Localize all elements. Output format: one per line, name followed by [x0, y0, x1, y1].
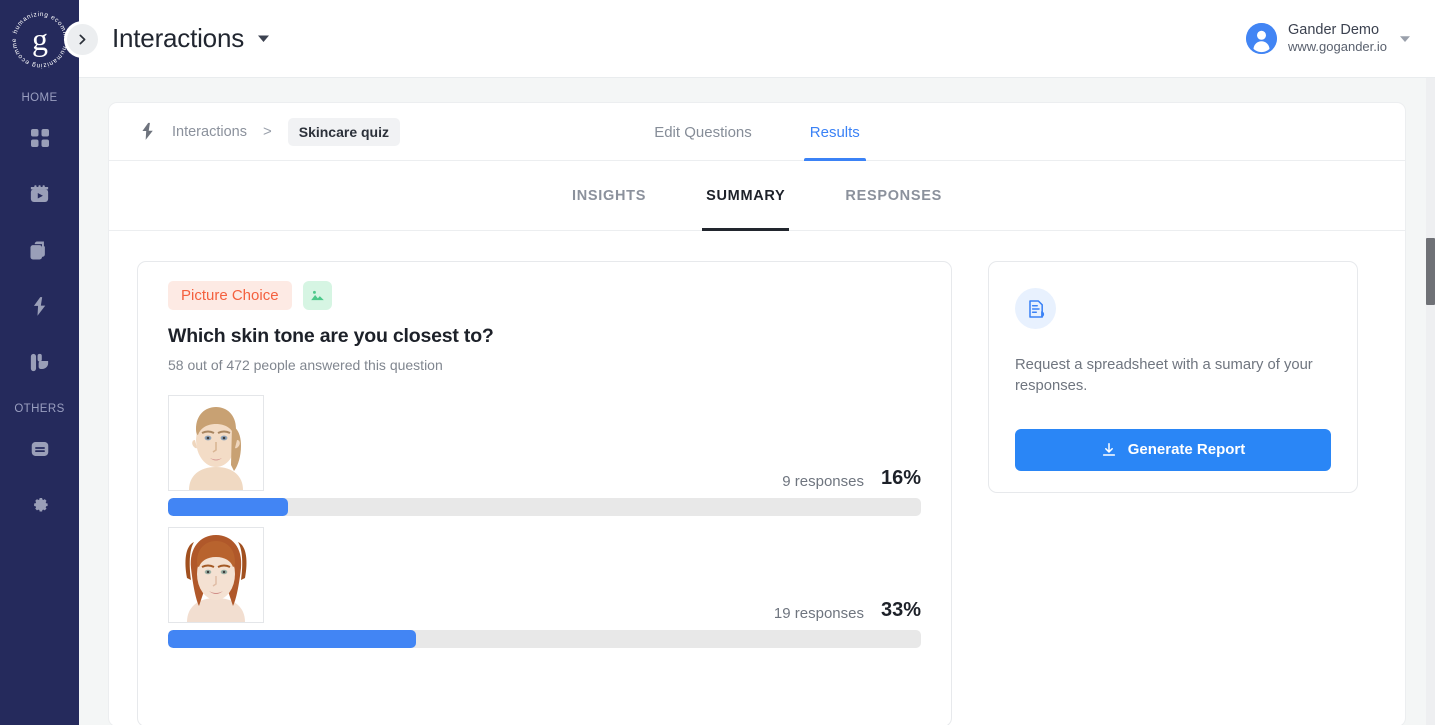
chevron-right-icon	[79, 34, 86, 45]
option-bar-fill	[168, 630, 417, 648]
page-title: Interactions	[112, 23, 245, 53]
tab-edit-questions[interactable]: Edit Questions	[651, 103, 755, 161]
page-title-dropdown[interactable]	[257, 34, 270, 43]
scrollbar-track[interactable]	[1426, 78, 1435, 725]
list-item: 9 responses 16%	[168, 395, 921, 516]
tab-results[interactable]: Results	[803, 103, 866, 161]
option-response-count: 19 responses	[773, 605, 864, 622]
generate-report-panel: Request a spreadsheet with a sumary of y…	[988, 261, 1358, 493]
results-card: Interactions > Skincare quiz Edit Questi…	[108, 102, 1406, 725]
card-header: Interactions > Skincare quiz Edit Questi…	[109, 103, 1405, 161]
caret-down-icon	[258, 35, 270, 42]
caret-down-icon	[1400, 35, 1410, 42]
report-document-icon	[1015, 288, 1056, 329]
download-icon	[1102, 442, 1115, 456]
option-percent: 33%	[880, 599, 921, 621]
option-meta: 9 responses 16%	[168, 467, 921, 498]
option-response-count: 9 responses	[782, 473, 864, 490]
lightning-bolt-icon	[137, 121, 158, 142]
sidebar-item-videos[interactable]	[0, 166, 79, 222]
image-icon	[302, 281, 332, 310]
sidebar-item-settings[interactable]	[0, 477, 79, 533]
generate-report-label: Generate Report	[1127, 441, 1246, 459]
question-badges: Picture Choice	[168, 281, 921, 310]
top-bar: Interactions Gander Demo www.gogander.io	[79, 0, 1435, 78]
user-avatar-icon	[1245, 23, 1277, 54]
sidebar-item-dashboard[interactable]	[0, 110, 79, 166]
generate-report-button[interactable]: Generate Report	[1015, 428, 1331, 471]
status-badge: Picture Choice	[168, 281, 292, 310]
option-meta: 19 responses 33%	[168, 599, 921, 630]
app-root: humanizing ecommerce humanizing ecommerc…	[0, 0, 1435, 725]
question-card: Picture Choice Which skin tone are you c…	[137, 261, 952, 725]
option-thumbnail[interactable]	[168, 527, 264, 623]
report-description: Request a spreadsheet with a sumary of y…	[1015, 357, 1313, 395]
svg-text:g: g	[32, 21, 48, 57]
option-bar-track	[168, 498, 921, 516]
sidebar-section-label-home: HOME	[21, 92, 58, 104]
option-percent: 16%	[880, 467, 921, 489]
sidebar-section-label-others: OTHERS	[14, 403, 65, 415]
sidebar-item-branding[interactable]	[0, 334, 79, 390]
account-text: Gander Demo www.gogander.io	[1288, 21, 1387, 55]
sidebar-group-others	[0, 421, 79, 533]
tab-insights[interactable]: INSIGHTS	[568, 161, 650, 231]
summary-body: Picture Choice Which skin tone are you c…	[109, 231, 1405, 725]
option-list: 9 responses 16% 19 responses 33%	[168, 395, 921, 648]
tab-summary[interactable]: SUMMARY	[702, 161, 790, 231]
sidebar: humanizing ecommerce humanizing ecommerc…	[0, 0, 79, 725]
account-url: www.gogander.io	[1287, 39, 1387, 55]
sub-tabs: INSIGHTS SUMMARY RESPONSES	[109, 161, 1405, 231]
account-menu[interactable]: Gander Demo www.gogander.io	[1245, 21, 1411, 55]
account-dropdown-caret[interactable]	[1399, 35, 1411, 43]
breadcrumb-current[interactable]: Skincare quiz	[287, 117, 400, 146]
breadcrumb-parent[interactable]: Interactions	[172, 124, 247, 140]
sidebar-item-pages[interactable]	[0, 222, 79, 278]
content-area: Interactions > Skincare quiz Edit Questi…	[79, 78, 1435, 725]
vertical-scrollbar[interactable]	[1426, 238, 1435, 305]
question-subtitle: 58 out of 472 people answered this quest…	[168, 357, 443, 373]
gander-logo-icon[interactable]: humanizing ecommerce humanizing ecommerc…	[8, 8, 72, 72]
tab-responses[interactable]: RESPONSES	[841, 161, 946, 231]
sidebar-item-interactions[interactable]	[0, 278, 79, 334]
sidebar-collapse-toggle[interactable]	[67, 24, 98, 55]
breadcrumb-separator: >	[262, 123, 272, 140]
account-name: Gander Demo	[1287, 22, 1380, 39]
option-thumbnail[interactable]	[168, 395, 264, 491]
question-title: Which skin tone are you closest to?	[168, 325, 494, 347]
sidebar-group-home	[0, 110, 79, 390]
option-bar-track	[168, 630, 921, 648]
list-item: 19 responses 33%	[168, 527, 921, 648]
option-bar-fill	[168, 498, 289, 516]
avatar	[1245, 23, 1277, 54]
sidebar-item-captions[interactable]	[0, 421, 79, 477]
